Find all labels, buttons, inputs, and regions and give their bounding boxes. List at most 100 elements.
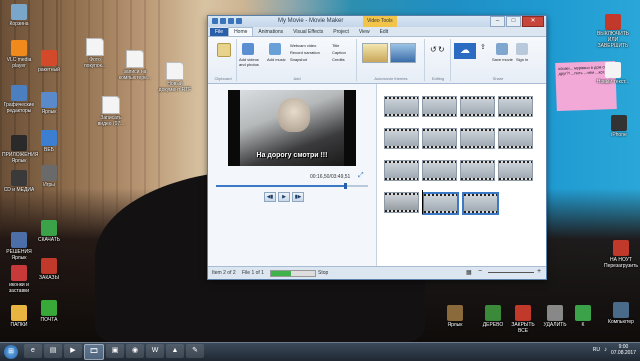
taskbar-vlc-icon[interactable]: ▲: [166, 344, 184, 358]
clip-thumbnail[interactable]: [498, 96, 533, 117]
theme-cinematic[interactable]: [390, 43, 416, 63]
clip-thumbnail[interactable]: [498, 160, 533, 181]
clip-thumbnail[interactable]: [460, 96, 495, 117]
start-button[interactable]: ⊞: [4, 345, 18, 359]
desktop-right-shortcut[interactable]: Компьютер: [604, 302, 638, 325]
clip-thumbnail[interactable]: [460, 160, 495, 181]
add-music-button[interactable]: Add music: [267, 57, 287, 62]
desktop-left-shortcut[interactable]: иконки и заставки: [2, 265, 36, 294]
clip-thumbnail[interactable]: [462, 192, 499, 215]
rotate-left-icon[interactable]: ↺: [430, 45, 437, 54]
language-indicator[interactable]: RU: [593, 347, 600, 353]
taskbar-explorer-icon[interactable]: ▤: [44, 344, 62, 358]
next-frame-button[interactable]: ▮▶: [292, 192, 304, 202]
clip-thumbnail[interactable]: [422, 192, 459, 215]
share-icon[interactable]: ⇪: [480, 43, 486, 51]
zoom-slider[interactable]: [488, 272, 534, 273]
redo-icon[interactable]: [236, 18, 242, 24]
desktop-bottom-shortcut[interactable]: К: [566, 305, 600, 328]
add-videos-icon[interactable]: [242, 43, 254, 55]
taskbar-paint-icon[interactable]: ✎: [186, 344, 204, 358]
desktop-left-shortcut[interactable]: CD и МЕДИА: [2, 170, 36, 193]
app-icon[interactable]: [212, 18, 218, 24]
desktop-col2-shortcut[interactable]: Игры: [32, 165, 66, 188]
fullscreen-icon[interactable]: ⤢: [358, 172, 364, 180]
thumbnail-size-icon[interactable]: ▦: [466, 269, 472, 276]
desktop-col2-shortcut[interactable]: Ярлык: [32, 92, 66, 115]
maximize-button[interactable]: □: [506, 16, 521, 27]
tab-home[interactable]: Home: [228, 27, 254, 36]
desktop-right-shortcut[interactable]: Новый текст...: [596, 62, 630, 85]
seek-bar[interactable]: [216, 183, 368, 189]
zoom-in-icon[interactable]: +: [537, 268, 541, 275]
narration-button[interactable]: Record narration: [290, 50, 320, 55]
taskbar-media-icon[interactable]: ▶: [64, 344, 82, 358]
caption-button[interactable]: Caption: [332, 50, 346, 55]
clip-thumbnail[interactable]: [384, 96, 419, 117]
desktop-left-shortcut[interactable]: Корзина: [2, 4, 36, 27]
tab-edit[interactable]: Edit: [375, 28, 394, 36]
onedrive-icon[interactable]: ☁: [454, 43, 476, 59]
desktop-doc-shortcut[interactable]: записи на компьютере...: [118, 50, 152, 81]
desktop-right-shortcut[interactable]: iPhone: [602, 115, 636, 138]
save-icon[interactable]: [220, 18, 226, 24]
title-button[interactable]: Title: [332, 43, 339, 48]
clip-thumbnail[interactable]: [422, 160, 457, 181]
volume-icon[interactable]: ♪: [604, 347, 607, 353]
clip-thumbnail[interactable]: [422, 128, 457, 149]
paste-icon[interactable]: [217, 43, 231, 57]
desktop-doc-shortcut[interactable]: Фото покупок...: [78, 38, 112, 69]
desktop-col2-shortcut[interactable]: ЗАКАЗЫ: [32, 258, 66, 281]
quick-access-toolbar[interactable]: [212, 18, 242, 24]
desktop-bottom-shortcut[interactable]: ЗАКРЫТЬ ВСЕ: [506, 305, 540, 334]
taskbar-photo-icon[interactable]: ▣: [106, 344, 124, 358]
clip-thumbnail[interactable]: [384, 128, 419, 149]
taskbar-word-icon[interactable]: W: [146, 344, 164, 358]
tab-animations[interactable]: Animations: [253, 28, 288, 36]
stop-button[interactable]: Stop: [318, 270, 328, 276]
desktop-doc-shortcut[interactable]: Новый документ RTF: [158, 62, 192, 93]
desktop-col2-shortcut[interactable]: СКАЧАТЬ: [32, 220, 66, 243]
previous-frame-button[interactable]: ◀▮: [264, 192, 276, 202]
snapshot-button[interactable]: Snapshot: [290, 57, 307, 62]
playhead[interactable]: [422, 190, 423, 214]
clip-thumbnail[interactable]: [384, 160, 419, 181]
desktop-col2-shortcut[interactable]: ракетный: [32, 50, 66, 73]
close-button[interactable]: ✕: [522, 16, 544, 27]
desktop-left-shortcut[interactable]: ПРИЛОЖЕНИЯ Ярлык: [2, 135, 38, 164]
tab-visual-effects[interactable]: Visual Effects: [288, 28, 328, 36]
tab-file[interactable]: File: [210, 28, 229, 36]
clip-thumbnail[interactable]: [384, 192, 419, 213]
desktop-left-shortcut[interactable]: VLC media player: [2, 40, 36, 69]
add-videos-button[interactable]: Add videos and photos: [239, 57, 265, 67]
taskbar-movie-maker-icon[interactable]: 🎞: [84, 344, 104, 360]
desktop-left-shortcut[interactable]: Графические редакторы: [2, 85, 36, 114]
desktop-right-shortcut[interactable]: ВЫКЛЮЧИТЬ ИЛИ ЗАВЕРШИТЬ: [596, 14, 630, 49]
clock[interactable]: 9:00 07.08.2017: [611, 344, 636, 356]
add-music-icon[interactable]: [269, 43, 281, 55]
sign-in-icon[interactable]: [516, 43, 528, 55]
desktop-left-shortcut[interactable]: РЕШЕНИЯ Ярлык: [2, 232, 36, 261]
video-preview[interactable]: На дорогу смотри !!!: [228, 90, 356, 166]
desktop-bottom-shortcut[interactable]: ДЕРЕВО: [476, 305, 510, 328]
zoom-out-icon[interactable]: −: [478, 268, 482, 275]
tab-view[interactable]: View: [354, 28, 375, 36]
minimize-button[interactable]: –: [490, 16, 505, 27]
seek-knob[interactable]: [344, 183, 348, 189]
taskbar-chrome-icon[interactable]: ◉: [126, 344, 144, 358]
movie-maker-window[interactable]: My Movie - Movie Maker Video Tools – □ ✕…: [207, 15, 547, 280]
credits-button[interactable]: Credits: [332, 57, 345, 62]
taskbar-ie-icon[interactable]: e: [24, 344, 42, 358]
undo-icon[interactable]: [228, 18, 234, 24]
title-bar[interactable]: My Movie - Movie Maker Video Tools – □ ✕: [208, 16, 546, 27]
save-movie-button[interactable]: Save movie: [492, 57, 513, 62]
sign-in-button[interactable]: Sign in: [516, 57, 528, 62]
desktop-left-shortcut[interactable]: ПАПКИ: [2, 305, 36, 328]
desktop-col2-shortcut[interactable]: ПОЧТА: [32, 300, 66, 323]
rotate-right-icon[interactable]: ↻: [438, 45, 445, 54]
theme-default[interactable]: [362, 43, 388, 63]
tab-project[interactable]: Project: [328, 28, 354, 36]
desktop-bottom-shortcut[interactable]: Ярлык: [438, 305, 472, 328]
desktop-doc-shortcut[interactable]: Записать видео (07...: [94, 96, 128, 127]
play-button[interactable]: ▶: [278, 192, 290, 202]
